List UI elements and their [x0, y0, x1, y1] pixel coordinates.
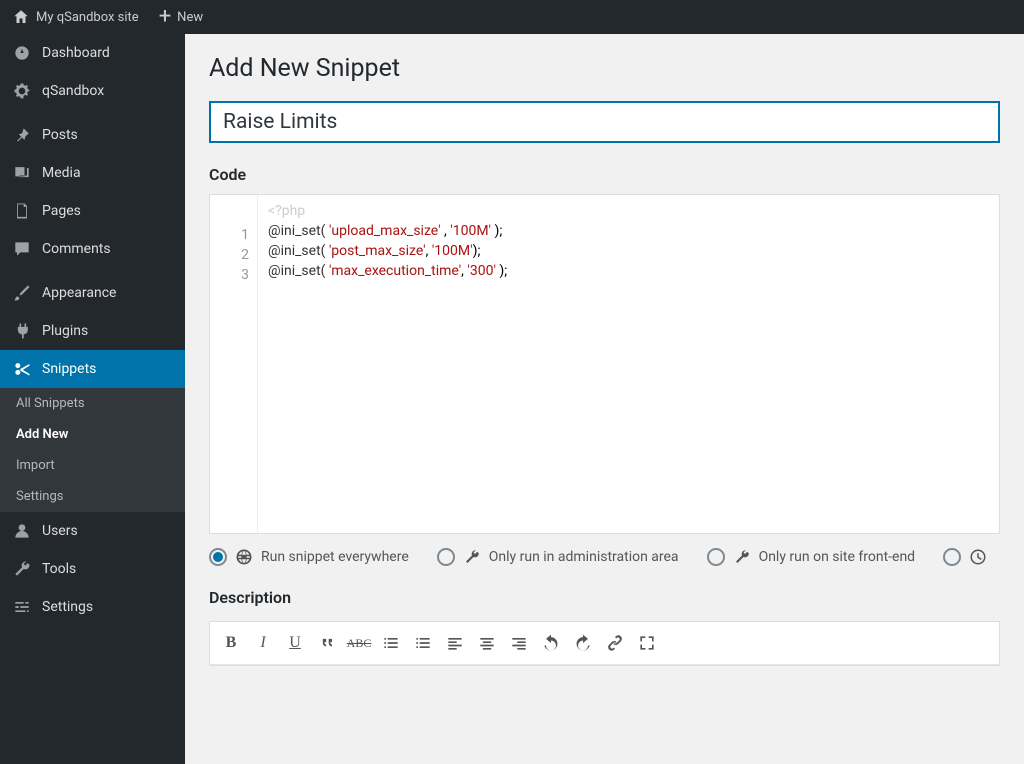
option-admin-only[interactable]: Only run in administration area [437, 548, 679, 566]
radio-icon[interactable] [209, 548, 227, 566]
numbered-list-button[interactable] [408, 628, 438, 658]
plus-icon: + [159, 8, 171, 26]
plug-icon [12, 321, 32, 341]
sliders-icon [12, 597, 32, 617]
sidebar-item-pages[interactable]: Pages [0, 192, 185, 230]
scissors-icon [12, 359, 32, 379]
option-frontend-only[interactable]: Only run on site front-end [707, 548, 916, 566]
gear-icon [12, 81, 32, 101]
sidebar-item-label: Users [42, 523, 78, 539]
option-everywhere[interactable]: Run snippet everywhere [209, 548, 409, 566]
sidebar-item-settings[interactable]: Settings [0, 588, 185, 626]
option-once[interactable] [943, 548, 987, 566]
run-scope-options: Run snippet everywhere Only run in admin… [209, 548, 1000, 566]
admin-sidebar: Dashboard qSandbox Posts Media Pages Com… [0, 34, 185, 764]
pin-icon [12, 125, 32, 145]
sidebar-item-dashboard[interactable]: Dashboard [0, 34, 185, 72]
page-title: Add New Snippet [209, 54, 1000, 83]
bold-button[interactable]: B [216, 628, 246, 658]
snippets-submenu: All Snippets Add New Import Settings [0, 388, 185, 512]
sidebar-item-label: Posts [42, 127, 78, 143]
align-right-button[interactable] [504, 628, 534, 658]
underline-button[interactable]: U [280, 628, 310, 658]
comment-icon [12, 239, 32, 259]
fullscreen-button[interactable] [632, 628, 662, 658]
undo-button[interactable] [536, 628, 566, 658]
new-content-link[interactable]: + New [159, 8, 203, 26]
site-home-link[interactable]: My qSandbox site [12, 8, 139, 26]
gauge-icon [12, 43, 32, 63]
line-number: 1 [210, 225, 249, 245]
description-section-label: Description [209, 588, 1000, 607]
code-gutter: 1 2 3 [210, 195, 258, 533]
globe-icon [235, 548, 253, 566]
line-number: 3 [210, 265, 249, 285]
editor-toolbar: B I U ABC [210, 622, 999, 665]
blockquote-button[interactable] [312, 628, 342, 658]
radio-icon[interactable] [437, 548, 455, 566]
php-open-tag: <?php [268, 201, 989, 221]
sidebar-item-snippets[interactable]: Snippets [0, 350, 185, 388]
wrench-icon [463, 548, 481, 566]
code-line: @ini_set( 'max_execution_time', '300' ); [268, 261, 989, 281]
submenu-import[interactable]: Import [0, 450, 185, 481]
snippet-title-input[interactable] [209, 101, 1000, 143]
radio-icon[interactable] [707, 548, 725, 566]
sidebar-item-label: Snippets [42, 361, 96, 377]
media-icon [12, 163, 32, 183]
strikethrough-button[interactable]: ABC [344, 628, 374, 658]
code-body[interactable]: <?php @ini_set( 'upload_max_size' , '100… [258, 195, 999, 291]
line-number: 2 [210, 245, 249, 265]
italic-button[interactable]: I [248, 628, 278, 658]
code-section-label: Code [209, 165, 1000, 184]
submenu-all-snippets[interactable]: All Snippets [0, 388, 185, 419]
sidebar-item-label: Appearance [42, 285, 116, 301]
description-editor: B I U ABC [209, 621, 1000, 666]
option-label: Only run on site front-end [759, 549, 916, 565]
bullet-list-button[interactable] [376, 628, 406, 658]
house-icon [12, 8, 30, 26]
user-icon [12, 521, 32, 541]
redo-button[interactable] [568, 628, 598, 658]
sidebar-item-qsandbox[interactable]: qSandbox [0, 72, 185, 110]
sidebar-item-label: Plugins [42, 323, 88, 339]
link-button[interactable] [600, 628, 630, 658]
code-editor[interactable]: 1 2 3 <?php @ini_set( 'upload_max_size' … [209, 194, 1000, 534]
submenu-settings[interactable]: Settings [0, 481, 185, 512]
sidebar-item-label: Comments [42, 241, 111, 257]
sidebar-item-media[interactable]: Media [0, 154, 185, 192]
option-label: Only run in administration area [489, 549, 679, 565]
sidebar-item-appearance[interactable]: Appearance [0, 274, 185, 312]
code-line: @ini_set( 'upload_max_size' , '100M' ); [268, 221, 989, 241]
sidebar-item-plugins[interactable]: Plugins [0, 312, 185, 350]
sidebar-item-users[interactable]: Users [0, 512, 185, 550]
option-label: Run snippet everywhere [261, 549, 409, 565]
sidebar-item-label: Tools [42, 561, 76, 577]
sidebar-item-tools[interactable]: Tools [0, 550, 185, 588]
sidebar-item-label: Media [42, 165, 81, 181]
submenu-add-new[interactable]: Add New [0, 419, 185, 450]
align-left-button[interactable] [440, 628, 470, 658]
wrench-icon [733, 548, 751, 566]
sidebar-item-label: Settings [42, 599, 93, 615]
sidebar-item-label: qSandbox [42, 83, 104, 99]
new-label: New [177, 10, 203, 25]
page-icon [12, 201, 32, 221]
sidebar-item-comments[interactable]: Comments [0, 230, 185, 268]
align-center-button[interactable] [472, 628, 502, 658]
sidebar-item-label: Dashboard [42, 45, 110, 61]
wrench-icon [12, 559, 32, 579]
clock-icon [969, 548, 987, 566]
code-line: @ini_set( 'post_max_size', '100M'); [268, 241, 989, 261]
admin-bar: My qSandbox site + New [0, 0, 1024, 34]
main-content: Add New Snippet Code 1 2 3 <?php @ini_se… [185, 34, 1024, 764]
sidebar-item-posts[interactable]: Posts [0, 116, 185, 154]
brush-icon [12, 283, 32, 303]
radio-icon[interactable] [943, 548, 961, 566]
sidebar-item-label: Pages [42, 203, 81, 219]
site-name: My qSandbox site [36, 10, 139, 25]
